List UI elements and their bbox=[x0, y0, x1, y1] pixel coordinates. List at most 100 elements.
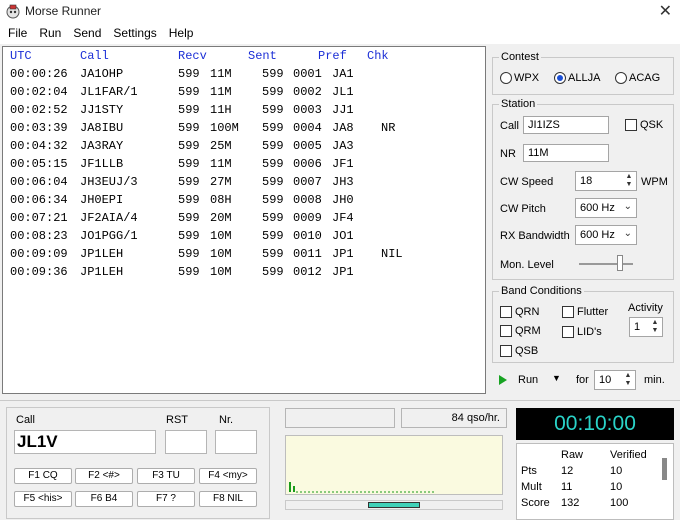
table-row[interactable]: 00:09:09 JP1LEH 599 10M 599 0011 JP1 NIL bbox=[3, 247, 485, 265]
header-call[interactable]: Call bbox=[80, 49, 109, 63]
flutter-label[interactable]: Flutter bbox=[577, 306, 608, 318]
rx-bandwidth-select[interactable]: 600 Hz ⌄ bbox=[575, 225, 637, 245]
activity-spinner[interactable]: 1 ▲ ▼ bbox=[629, 317, 663, 337]
qrm-checkbox[interactable] bbox=[500, 325, 512, 337]
min-label: min. bbox=[644, 374, 665, 386]
table-row[interactable]: 00:08:23 JO1PGG/1 599 10M 599 0010 JO1 bbox=[3, 229, 485, 247]
progress-bar bbox=[285, 500, 503, 510]
qsb-label[interactable]: QSB bbox=[515, 345, 538, 357]
table-row[interactable]: 00:02:04 JL1FAR/1 599 11M 599 0002 JL1 bbox=[3, 85, 485, 103]
log-sent-rst: 599 bbox=[262, 229, 284, 243]
run-dropdown-icon[interactable]: ▼ bbox=[552, 373, 561, 383]
menu-help[interactable]: Help bbox=[163, 26, 200, 40]
call-entry-input[interactable]: JL1V bbox=[14, 430, 156, 454]
qrm-label[interactable]: QRM bbox=[515, 325, 541, 337]
f4-my-call-button[interactable]: F4 <my> bbox=[199, 468, 257, 484]
mon-level-slider[interactable] bbox=[579, 263, 633, 265]
f1-cq-button[interactable]: F1 CQ bbox=[14, 468, 72, 484]
f6-b4-button[interactable]: F6 B4 bbox=[75, 491, 133, 507]
log-sent-nr: 0002 bbox=[293, 85, 322, 99]
radio-acag[interactable] bbox=[615, 72, 627, 84]
minutes-spinner[interactable]: 10 ▲ ▼ bbox=[594, 370, 636, 390]
menu-run[interactable]: Run bbox=[33, 26, 67, 40]
spinner-arrows-icon[interactable]: ▲ ▼ bbox=[623, 173, 635, 189]
activity-value[interactable]: 1 bbox=[634, 321, 640, 333]
label-wpx[interactable]: WPX bbox=[514, 72, 539, 84]
qsk-checkbox[interactable] bbox=[625, 119, 637, 131]
station-nr-input[interactable]: 11M bbox=[523, 144, 609, 162]
spinner-arrows-icon[interactable]: ▲ ▼ bbox=[622, 372, 634, 388]
nr-entry-input[interactable] bbox=[215, 430, 257, 454]
header-pref[interactable]: Pref bbox=[318, 49, 347, 63]
close-icon[interactable]: ✕ bbox=[659, 1, 672, 21]
table-row[interactable]: 00:04:32 JA3RAY 599 25M 599 0005 JA3 bbox=[3, 139, 485, 157]
table-row[interactable]: 00:06:04 JH3EUJ/3 599 27M 599 0007 JH3 bbox=[3, 175, 485, 193]
play-icon[interactable] bbox=[498, 374, 508, 386]
table-row[interactable]: 00:06:34 JH0EPI 599 08H 599 0008 JH0 bbox=[3, 193, 485, 211]
band-conditions-title: Band Conditions bbox=[499, 285, 584, 297]
cw-pitch-value: 600 Hz bbox=[580, 202, 615, 214]
flutter-checkbox[interactable] bbox=[562, 306, 574, 318]
score-scrollbar[interactable] bbox=[662, 458, 667, 480]
table-row[interactable]: 00:00:26 JA1OHP 599 11M 599 0001 JA1 bbox=[3, 67, 485, 85]
log-recv-rst: 599 bbox=[178, 193, 200, 207]
cw-pitch-select[interactable]: 600 Hz ⌄ bbox=[575, 198, 637, 218]
header-recv[interactable]: Recv bbox=[178, 49, 207, 63]
cw-speed-spinner[interactable]: 18 ▲ ▼ bbox=[575, 171, 637, 191]
table-row[interactable]: 00:09:36 JP1LEH 599 10M 599 0012 JP1 bbox=[3, 265, 485, 283]
qrn-checkbox[interactable] bbox=[500, 306, 512, 318]
log-sent-rst: 599 bbox=[262, 265, 284, 279]
header-sent[interactable]: Sent bbox=[248, 49, 277, 63]
radio-allja[interactable] bbox=[554, 72, 566, 84]
mon-level-slider-thumb[interactable] bbox=[617, 255, 623, 271]
log-pref: JA3 bbox=[332, 139, 354, 153]
log-chk: NIL bbox=[381, 247, 403, 261]
qsb-checkbox[interactable] bbox=[500, 345, 512, 357]
label-allja[interactable]: ALLJA bbox=[568, 72, 600, 84]
f8-nil-button[interactable]: F8 NIL bbox=[199, 491, 257, 507]
label-acag[interactable]: ACAG bbox=[629, 72, 660, 84]
contest-group: Contest WPX ALLJA ACAG bbox=[492, 51, 674, 95]
table-row[interactable]: 00:07:21 JF2AIA/4 599 20M 599 0009 JF4 bbox=[3, 211, 485, 229]
qsk-label[interactable]: QSK bbox=[640, 119, 663, 131]
run-button[interactable]: Run bbox=[518, 374, 538, 386]
table-row[interactable]: 00:03:39 JA8IBU 599 100M 599 0004 JA8 NR bbox=[3, 121, 485, 139]
log-call: JF1LLB bbox=[80, 157, 124, 171]
menu-file[interactable]: File bbox=[2, 26, 33, 40]
log-pref: JP1 bbox=[332, 265, 354, 279]
chevron-down-icon[interactable]: ⌄ bbox=[624, 228, 632, 239]
table-row[interactable]: 00:02:52 JJ1STY 599 11H 599 0003 JJ1 bbox=[3, 103, 485, 121]
table-row[interactable]: 00:05:15 JF1LLB 599 11M 599 0006 JF1 bbox=[3, 157, 485, 175]
chevron-down-icon[interactable]: ⌄ bbox=[624, 201, 632, 212]
header-chk[interactable]: Chk bbox=[367, 49, 389, 63]
score-score-label: Score bbox=[521, 497, 550, 509]
station-call-input[interactable]: JI1IZS bbox=[523, 116, 609, 134]
entry-nr-label: Nr. bbox=[219, 414, 234, 426]
header-utc[interactable]: UTC bbox=[10, 49, 32, 63]
cw-speed-value[interactable]: 18 bbox=[580, 175, 592, 187]
f3-tu-button[interactable]: F3 TU bbox=[137, 468, 195, 484]
rst-entry-input[interactable] bbox=[165, 430, 207, 454]
log-call: JA8IBU bbox=[80, 121, 124, 135]
lids-checkbox[interactable] bbox=[562, 326, 574, 338]
log-utc: 00:09:09 bbox=[10, 247, 68, 261]
lids-label[interactable]: LID's bbox=[577, 326, 602, 338]
menu-settings[interactable]: Settings bbox=[107, 26, 162, 40]
spinner-arrows-icon[interactable]: ▲ ▼ bbox=[649, 319, 661, 335]
log-recv-nr: 10M bbox=[210, 247, 232, 261]
f5-his-call-button[interactable]: F5 <his> bbox=[14, 491, 72, 507]
qso-log[interactable]: UTC Call Recv Sent Pref Chk 00:00:26 JA1O… bbox=[2, 46, 486, 394]
entry-call-label: Call bbox=[16, 414, 35, 426]
log-sent-nr: 0012 bbox=[293, 265, 322, 279]
radio-wpx[interactable] bbox=[500, 72, 512, 84]
menu-send[interactable]: Send bbox=[67, 26, 107, 40]
log-utc: 00:03:39 bbox=[10, 121, 68, 135]
minutes-value[interactable]: 10 bbox=[599, 374, 611, 386]
f7-query-button[interactable]: F7 ? bbox=[137, 491, 195, 507]
log-sent-nr: 0011 bbox=[293, 247, 322, 261]
log-sent-rst: 599 bbox=[262, 193, 284, 207]
log-recv-nr: 11M bbox=[210, 157, 232, 171]
qrn-label[interactable]: QRN bbox=[515, 306, 539, 318]
log-utc: 00:04:32 bbox=[10, 139, 68, 153]
f2-exchange-button[interactable]: F2 <#> bbox=[75, 468, 133, 484]
